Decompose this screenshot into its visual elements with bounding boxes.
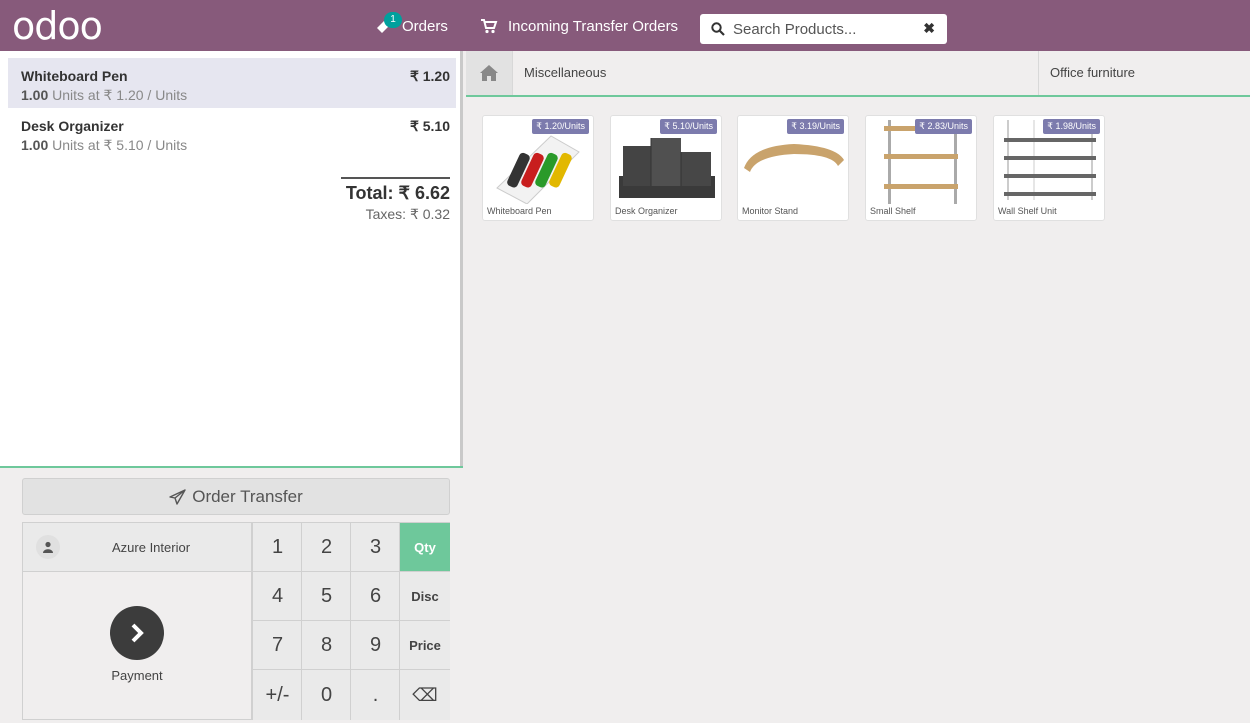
orderline-unit-info: Units at ₹ 1.20 / Units — [48, 87, 188, 103]
orders-count-badge: 1 — [384, 12, 402, 28]
qty-mode-button[interactable]: Qty — [399, 523, 450, 572]
numpad-key-5[interactable]: 5 — [301, 572, 351, 621]
disc-mode-button[interactable]: Disc — [399, 572, 450, 621]
chevron-right-icon — [110, 606, 164, 660]
numpad-area: Azure Interior Payment 1 2 3 Qty 4 5 6 D… — [22, 522, 450, 720]
order-transfer-button[interactable]: Order Transfer — [22, 478, 450, 515]
category-divider — [1038, 51, 1039, 95]
price-mode-button[interactable]: Price — [399, 621, 450, 670]
backspace-icon[interactable]: ⌫ — [399, 670, 450, 720]
product-card[interactable]: ₹ 1.20/Units Whiteboard Pen — [482, 115, 594, 221]
orderline-product-name: Whiteboard Pen — [21, 68, 128, 84]
orderline-price: ₹ 5.10 — [409, 118, 450, 134]
price-tag: ₹ 1.20/Units — [532, 119, 589, 134]
product-name: Small Shelf — [870, 206, 916, 216]
product-card[interactable]: ₹ 2.83/Units Small Shelf — [865, 115, 977, 221]
price-tag: ₹ 3.19/Units — [787, 119, 844, 134]
numpad-key-decimal[interactable]: . — [350, 670, 400, 720]
orderline-unit-info: Units at ₹ 5.10 / Units — [48, 137, 188, 153]
numpad-key-sign[interactable]: +/- — [252, 670, 302, 720]
numpad-key-7[interactable]: 7 — [252, 621, 302, 670]
products-pane: Miscellaneous Office furniture ₹ 1.20/Un… — [466, 51, 1250, 723]
order-total: Total: ₹ 6.62 — [345, 183, 450, 203]
price-tag: ₹ 1.98/Units — [1043, 119, 1100, 134]
order-transfer-label: Order Transfer — [192, 486, 303, 506]
orderline-info: 1.00 Units at ₹ 5.10 / Units — [21, 137, 443, 154]
product-card[interactable]: ₹ 3.19/Units Monitor Stand — [737, 115, 849, 221]
payment-label: Payment — [111, 668, 163, 683]
product-card[interactable]: ₹ 1.98/Units Wall Shelf Unit — [993, 115, 1105, 221]
category-office-furniture[interactable]: Office furniture — [1050, 65, 1135, 80]
orderline-info: 1.00 Units at ₹ 1.20 / Units — [21, 87, 443, 104]
product-name: Whiteboard Pen — [487, 206, 552, 216]
orderline-product-name: Desk Organizer — [21, 118, 124, 134]
user-icon — [36, 535, 60, 559]
search-icon — [711, 22, 725, 36]
clear-search-icon[interactable]: ✖ — [923, 20, 935, 37]
home-icon — [480, 65, 498, 81]
order-taxes: Taxes: ₹ 0.32 — [365, 206, 450, 222]
orderline-qty: 1.00 — [21, 87, 49, 103]
paper-plane-icon — [169, 488, 186, 505]
search-input[interactable] — [733, 20, 913, 38]
product-name: Monitor Stand — [742, 206, 799, 216]
numpad-key-3[interactable]: 3 — [350, 523, 400, 572]
customer-button[interactable]: Azure Interior — [23, 523, 252, 572]
numpad-key-4[interactable]: 4 — [252, 572, 302, 621]
orderline-qty: 1.00 — [21, 137, 49, 153]
product-name: Desk Organizer — [615, 206, 678, 216]
numpad-key-0[interactable]: 0 — [301, 670, 351, 720]
home-category-button[interactable] — [466, 51, 513, 95]
numpad-key-6[interactable]: 6 — [350, 572, 400, 621]
orders-button[interactable]: 1 Orders — [376, 12, 448, 38]
cart-icon — [481, 19, 498, 34]
numpad-key-8[interactable]: 8 — [301, 621, 351, 670]
orderline[interactable]: Whiteboard Pen ₹ 1.20 1.00 Units at ₹ 1.… — [8, 58, 456, 108]
product-name: Wall Shelf Unit — [998, 206, 1057, 216]
category-bar: Miscellaneous Office furniture — [466, 51, 1250, 97]
top-header: odoo 1 Orders Incoming Transfer Orders ✖ — [0, 0, 1250, 51]
order-pane: Whiteboard Pen ₹ 1.20 1.00 Units at ₹ 1.… — [0, 51, 463, 723]
orderline[interactable]: Desk Organizer ₹ 5.10 1.00 Units at ₹ 5.… — [8, 108, 456, 158]
payment-button[interactable]: Payment — [23, 572, 252, 720]
control-area: Order Transfer Azure Interior Payment 1 … — [0, 466, 463, 723]
price-tag: ₹ 2.83/Units — [915, 119, 972, 134]
ticket-icon: 1 — [376, 12, 402, 36]
numpad-key-2[interactable]: 2 — [301, 523, 351, 572]
order-summary: Total: ₹ 6.62 Taxes: ₹ 0.32 — [341, 177, 450, 223]
incoming-transfer-orders-button[interactable]: Incoming Transfer Orders — [480, 14, 678, 38]
incoming-transfer-label: Incoming Transfer Orders — [508, 17, 679, 35]
product-card[interactable]: ₹ 5.10/Units Desk Organizer — [610, 115, 722, 221]
customer-name: Azure Interior — [112, 539, 191, 555]
numpad-key-9[interactable]: 9 — [350, 621, 400, 670]
numpad-key-1[interactable]: 1 — [252, 523, 302, 572]
price-tag: ₹ 5.10/Units — [660, 119, 717, 134]
category-miscellaneous[interactable]: Miscellaneous — [524, 65, 606, 80]
orders-label: Orders — [402, 17, 448, 35]
odoo-logo: odoo — [12, 4, 103, 48]
product-search-box: ✖ — [700, 14, 947, 44]
orderline-price: ₹ 1.20 — [409, 68, 450, 84]
